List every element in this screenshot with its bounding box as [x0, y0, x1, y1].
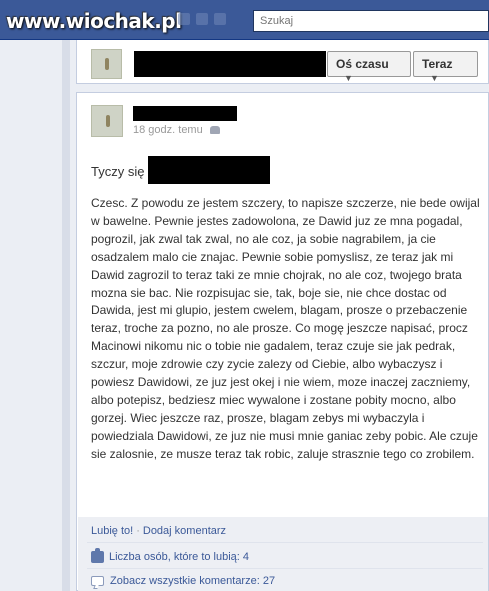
timeline-spine — [62, 40, 70, 591]
friend-requests-icon[interactable] — [178, 13, 190, 25]
add-comment-link[interactable]: Dodaj komentarz — [143, 525, 226, 537]
post-actions-bar: Lubię to! · Dodaj komentarz Liczba osób, k… — [78, 517, 488, 591]
likes-label: Liczba osób, które to lubią: — [109, 551, 240, 563]
timeline-filter-button[interactable]: Oś czasu ▼ — [327, 51, 411, 83]
tagged-label: Tyczy się — [91, 164, 145, 179]
redacted-author-name — [133, 106, 237, 121]
likes-count: 4 — [242, 551, 250, 563]
divider — [87, 542, 483, 543]
like-link[interactable]: Lubię to! — [91, 525, 133, 537]
post-timestamp[interactable]: 18 godz. temu — [133, 124, 203, 136]
post-action-links: Lubię to! · Dodaj komentarz — [91, 525, 226, 537]
timeline-filter-label: Oś czasu — [336, 57, 389, 71]
search-input[interactable] — [253, 10, 489, 32]
top-navigation-bar: www.wiochak.pl — [0, 0, 489, 40]
notifications-icon[interactable] — [214, 13, 226, 25]
watermark-logo: www.wiochak.pl — [6, 9, 182, 33]
likes-row[interactable]: Liczba osób, które to lubią: 4 — [91, 548, 249, 566]
messages-icon[interactable] — [196, 13, 208, 25]
audience-friends-icon[interactable] — [210, 126, 220, 134]
comment-icon — [91, 576, 104, 586]
chevron-down-icon: ▼ — [344, 73, 353, 83]
profile-avatar[interactable] — [91, 49, 122, 79]
timeline-post: 18 godz. temu Tyczy się Czesc. Z powodu … — [76, 92, 489, 591]
post-body-text: Czesc. Z powodu ze jestem szczery, to na… — [91, 196, 480, 461]
chevron-down-icon: ▼ — [430, 73, 439, 83]
divider — [87, 568, 483, 569]
comments-label: Zobacz wszystkie komentarze: — [110, 575, 260, 587]
view-comments-row[interactable]: Zobacz wszystkie komentarze: 27 — [91, 572, 275, 590]
separator: · — [136, 525, 140, 537]
redacted-tagged-name — [148, 156, 270, 184]
comments-count: 27 — [262, 575, 276, 587]
author-avatar[interactable] — [91, 105, 123, 137]
time-period-label: Teraz — [422, 57, 453, 71]
redacted-profile-name — [134, 51, 326, 77]
timeline-header: Oś czasu ▼ Teraz ▼ — [76, 40, 489, 84]
thumbs-up-icon — [91, 548, 104, 563]
time-period-button[interactable]: Teraz ▼ — [413, 51, 478, 83]
